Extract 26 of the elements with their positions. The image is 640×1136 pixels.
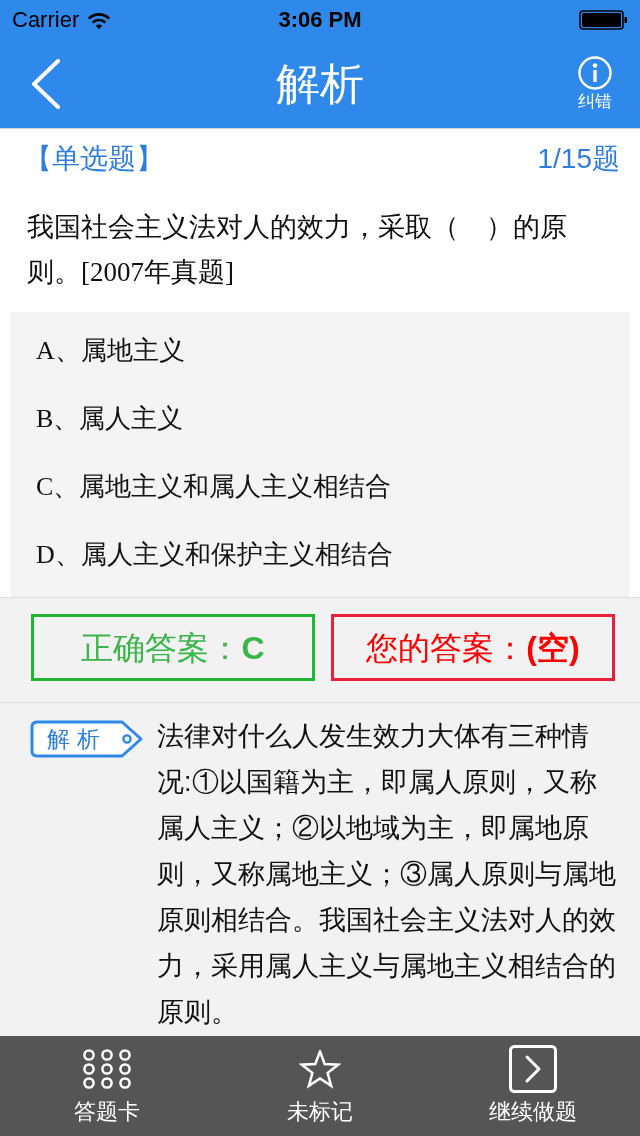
question-type: 【单选题】 <box>24 144 164 173</box>
answer-option: B、属人主义 <box>10 384 630 452</box>
dot-grid-icon <box>82 1049 131 1089</box>
explanation-tag: 解析 <box>30 720 144 758</box>
star-icon <box>299 1049 341 1089</box>
report-error-button[interactable]: 纠错 <box>578 56 612 112</box>
question-text: 我国社会主义法对人的效力，采取（ ）的原则。[2007年真题] <box>27 211 568 289</box>
status-time: 3:06 PM <box>278 9 362 31</box>
answer-option: A、属地主义 <box>10 316 630 384</box>
answer-option: C、属地主义和属人主义相结合 <box>10 452 630 520</box>
info-icon <box>578 56 612 90</box>
explanation-text: 法律对什么人发生效力大体有三种情况:①以国籍为主，即属人原则，又称属人主义；②以地域为主，即属地原则，又称属地主义；③属人原则与属地原则相结合。我国社会主义法对人的效力，采用属人主义与属地主义相结合的原则。 <box>157 720 617 1029</box>
chevron-left-icon <box>31 59 61 109</box>
wifi-icon <box>87 11 112 29</box>
correct-answer-panel: 正确答案：C <box>31 614 315 681</box>
toolbar-button[interactable]: 继续做题 <box>426 1036 640 1136</box>
toolbar-button[interactable]: 未标记 <box>213 1036 427 1136</box>
question-counter: 1/15题 <box>537 144 620 173</box>
user-answer-panel: 您的答案：(空) <box>331 614 615 681</box>
answer-option: D、属人主义和保护主义相结合 <box>10 520 630 588</box>
toolbar-button[interactable]: 答题卡 <box>0 1036 214 1136</box>
page-title: 解析 <box>276 62 364 106</box>
battery-icon <box>579 10 628 30</box>
back-button[interactable] <box>31 59 61 109</box>
carrier-name: Carrier <box>12 9 80 31</box>
chevron-right-square-icon <box>509 1045 558 1093</box>
